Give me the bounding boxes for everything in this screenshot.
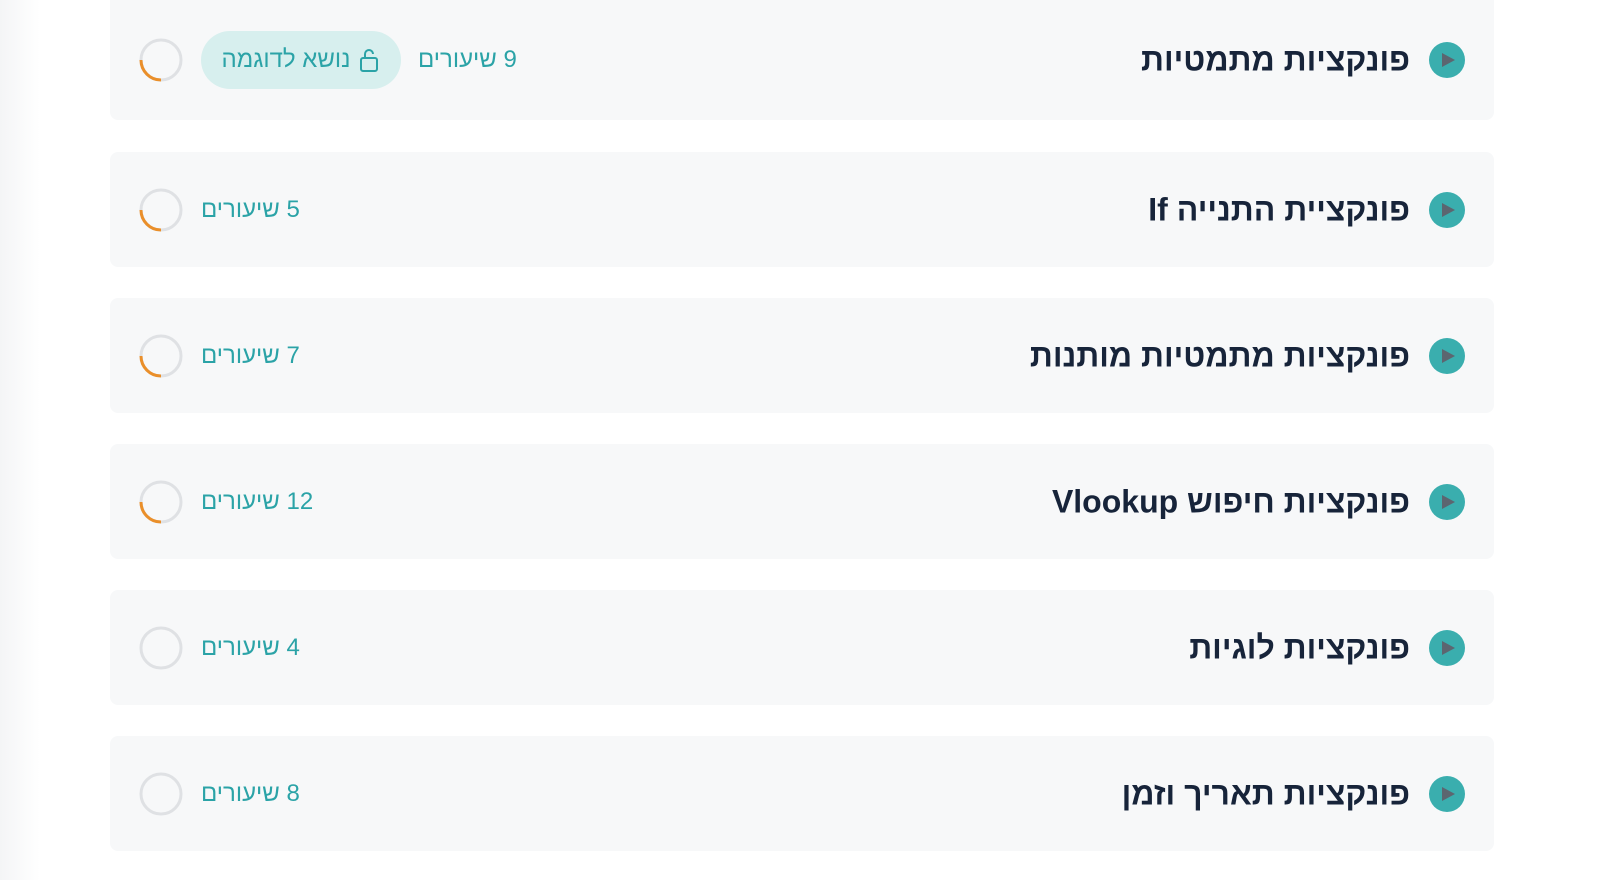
topic-title: פונקציות לוגיות bbox=[1189, 629, 1410, 665]
progress-track bbox=[139, 626, 183, 669]
play-icon[interactable] bbox=[1429, 775, 1465, 812]
topic-title: פונקציות מתמטיות מותנות bbox=[1029, 337, 1410, 373]
lessons-count: 5 שיעורים bbox=[201, 195, 300, 223]
topic-title: פונקציית התנייה If bbox=[1148, 191, 1410, 227]
topic-row[interactable]: פונקציות מתמטיות 9 שיעורים נושא לדוגמה bbox=[110, 0, 1494, 120]
course-topics-page: פונקציות מתמטיות 9 שיעורים נושא לדוגמה פ… bbox=[0, 0, 1600, 880]
sample-badge-label: נושא לדוגמה bbox=[221, 46, 351, 73]
left-edge-shade bbox=[0, 0, 40, 880]
lessons-count: 9 שיעורים bbox=[418, 46, 517, 73]
progress-ring bbox=[139, 38, 183, 82]
play-icon[interactable] bbox=[1429, 191, 1465, 228]
lessons-count: 12 שיעורים bbox=[201, 487, 314, 515]
topic-title: פונקציות חיפוש Vlookup bbox=[1051, 483, 1410, 519]
topic-row[interactable]: פונקציות תאריך וזמן 8 שיעורים bbox=[110, 736, 1494, 851]
progress-ring bbox=[139, 334, 183, 377]
lessons-count: 8 שיעורים bbox=[201, 779, 300, 807]
sample-topic-badge[interactable]: נושא לדוגמה bbox=[201, 31, 401, 89]
unlocked-lock-icon bbox=[358, 47, 380, 73]
progress-ring bbox=[139, 772, 183, 815]
topic-list: פונקציות מתמטיות 9 שיעורים נושא לדוגמה פ… bbox=[110, 0, 1494, 880]
topic-title: פונקציות מתמטיות bbox=[1141, 41, 1410, 78]
lessons-count: 4 שיעורים bbox=[201, 633, 300, 661]
play-icon[interactable] bbox=[1429, 42, 1465, 78]
play-icon[interactable] bbox=[1429, 483, 1465, 520]
lessons-count: 7 שיעורים bbox=[201, 341, 300, 369]
play-icon[interactable] bbox=[1429, 629, 1465, 666]
progress-ring bbox=[139, 626, 183, 669]
topic-title: פונקציות תאריך וזמן bbox=[1121, 775, 1410, 811]
topic-row[interactable]: פונקציות מתמטיות מותנות 7 שיעורים bbox=[110, 298, 1494, 413]
topic-row[interactable]: פונקציות לוגיות 4 שיעורים bbox=[110, 590, 1494, 705]
topic-row[interactable]: פונקציית התנייה If 5 שיעורים bbox=[110, 152, 1494, 267]
topic-row[interactable]: פונקציות חיפוש Vlookup 12 שיעורים bbox=[110, 444, 1494, 559]
play-icon[interactable] bbox=[1429, 337, 1465, 374]
progress-ring bbox=[139, 480, 183, 523]
progress-ring bbox=[139, 188, 183, 231]
progress-track bbox=[139, 772, 183, 815]
